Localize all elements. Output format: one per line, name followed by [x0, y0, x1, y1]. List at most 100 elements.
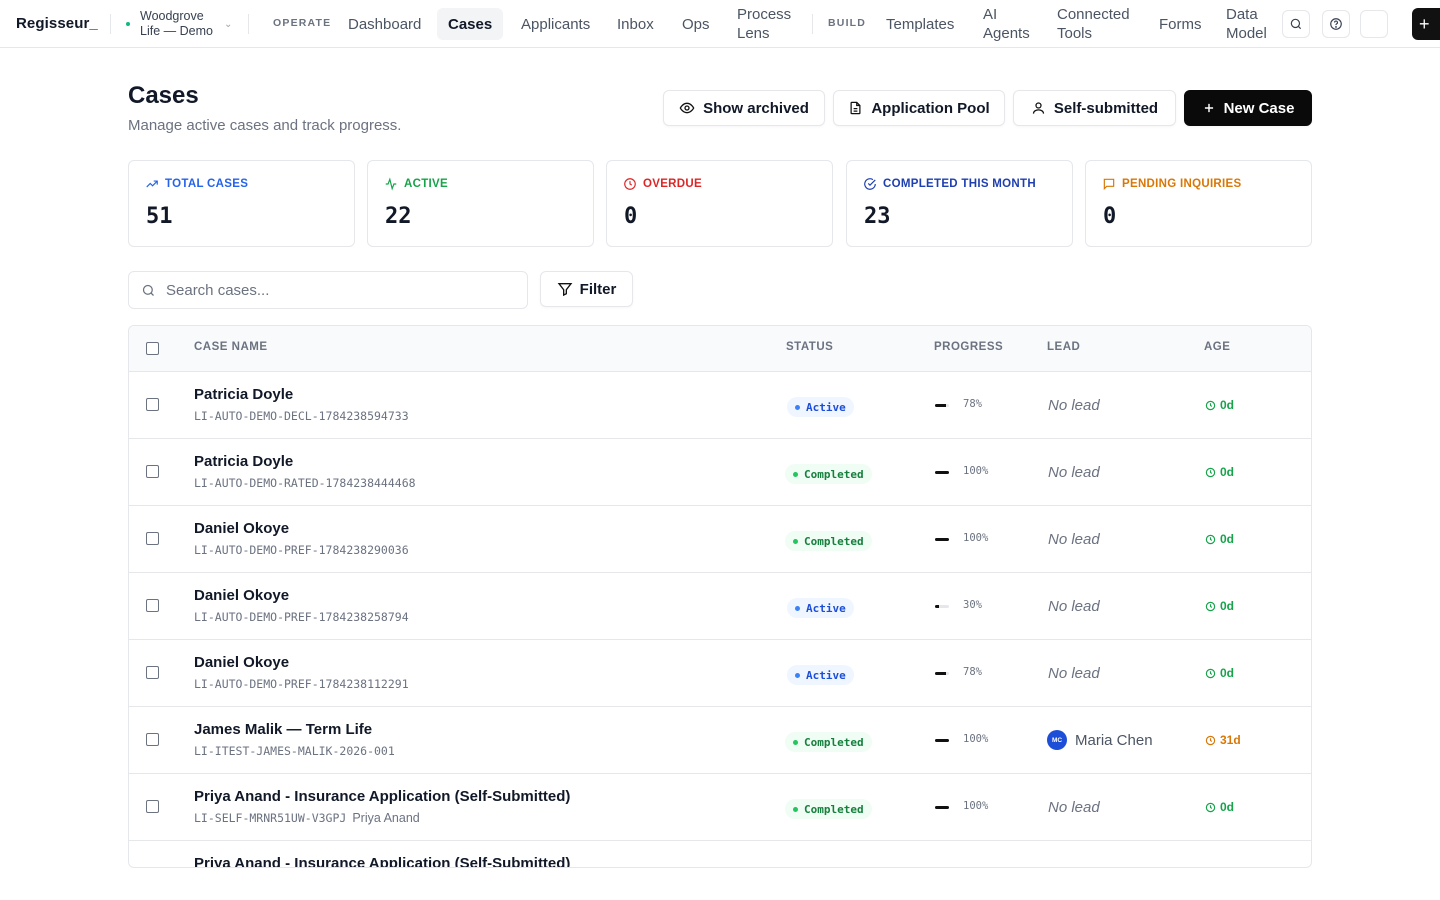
- nav-ops[interactable]: Ops: [671, 8, 721, 40]
- nav-applicants[interactable]: Applicants: [510, 8, 601, 40]
- stat-value: 0: [1103, 204, 1117, 229]
- help-button[interactable]: [1322, 10, 1350, 38]
- case-name[interactable]: Daniel Okoye: [194, 654, 289, 671]
- help-icon: [1330, 18, 1342, 30]
- column-header-case-name[interactable]: CASE NAME: [194, 341, 268, 353]
- age-indicator: 31d: [1205, 733, 1241, 747]
- case-name[interactable]: Priya Anand - Insurance Application (Sel…: [194, 855, 570, 867]
- row-checkbox[interactable]: [146, 398, 159, 411]
- table-row[interactable]: James Malik — Term Life LI-ITEST-JAMES-M…: [129, 707, 1311, 774]
- column-header-progress[interactable]: PROGRESS: [934, 341, 1003, 353]
- stat-value: 51: [146, 204, 173, 229]
- clock-icon: [1205, 534, 1216, 544]
- nav-connected-tools[interactable]: Connected Tools: [1046, 5, 1146, 43]
- age-indicator: 0d: [1205, 800, 1234, 814]
- row-checkbox[interactable]: [146, 465, 159, 478]
- stat-total-cases: TOTAL CASES 51: [128, 160, 355, 247]
- application-pool-button[interactable]: Application Pool: [833, 90, 1005, 126]
- stat-pending-header: PENDING INQUIRIES: [1102, 177, 1241, 191]
- case-name[interactable]: Daniel Okoye: [194, 587, 289, 604]
- stat-value: 22: [385, 204, 412, 229]
- case-name[interactable]: James Malik — Term Life: [194, 721, 372, 738]
- lead-assignee[interactable]: MC Maria Chen: [1047, 730, 1153, 750]
- row-checkbox[interactable]: [146, 800, 159, 813]
- nav-cases[interactable]: Cases: [437, 8, 504, 40]
- case-id: LI-AUTO-DEMO-PREF-1784238290036: [194, 543, 409, 557]
- search-input[interactable]: [166, 281, 506, 299]
- nav-divider: [248, 14, 249, 34]
- plus-icon: +: [1419, 13, 1430, 34]
- search-icon: [142, 284, 154, 296]
- filter-button[interactable]: Filter: [540, 271, 633, 307]
- nav-ai-agents[interactable]: AI Agents: [972, 5, 1044, 43]
- nav-inbox[interactable]: Inbox: [606, 8, 665, 40]
- nav-group-build: BUILD: [828, 17, 867, 29]
- case-name[interactable]: Patricia Doyle: [194, 386, 293, 403]
- show-archived-button[interactable]: Show archived: [663, 90, 825, 126]
- column-header-status[interactable]: STATUS: [786, 341, 833, 353]
- stat-total-cases-header: TOTAL CASES: [145, 177, 248, 191]
- workspace-status-dot: [126, 22, 130, 26]
- case-name[interactable]: Priya Anand - Insurance Application (Sel…: [194, 788, 570, 805]
- progress-bar: [935, 404, 949, 407]
- self-submitted-button[interactable]: Self-submitted: [1013, 90, 1176, 126]
- row-checkbox[interactable]: [146, 532, 159, 545]
- age-indicator: 0d: [1205, 532, 1234, 546]
- nav-process-lens[interactable]: Process Lens: [726, 5, 806, 43]
- user-menu-button[interactable]: [1360, 10, 1388, 38]
- case-name[interactable]: Patricia Doyle: [194, 453, 293, 470]
- table-row[interactable]: Priya Anand - Insurance Application (Sel…: [129, 774, 1311, 841]
- stat-label: TOTAL CASES: [165, 178, 249, 190]
- check-circle-icon: [864, 178, 876, 190]
- table-row[interactable]: Patricia Doyle LI-AUTO-DEMO-DECL-1784238…: [129, 372, 1311, 439]
- status-badge: Active: [787, 665, 854, 685]
- progress-percent: 78%: [963, 398, 982, 410]
- status-badge: Active: [787, 598, 854, 618]
- status-badge: Completed: [785, 464, 872, 484]
- quick-create-button[interactable]: +: [1412, 8, 1440, 40]
- stat-label: ACTIVE: [404, 178, 448, 190]
- row-checkbox[interactable]: [146, 599, 159, 612]
- case-id: LI-AUTO-DEMO-DECL-1784238594733: [194, 409, 409, 423]
- lead-name: Maria Chen: [1075, 731, 1153, 749]
- activity-icon: [385, 177, 397, 191]
- new-case-label: New Case: [1223, 99, 1295, 117]
- stat-completed-header: COMPLETED THIS MONTH: [863, 177, 1036, 191]
- progress-percent: 100%: [963, 532, 989, 544]
- table-row[interactable]: Daniel Okoye LI-AUTO-DEMO-PREF-178423825…: [129, 573, 1311, 640]
- brand-logo[interactable]: Regisseur_: [16, 15, 98, 32]
- table-row[interactable]: Patricia Doyle LI-AUTO-DEMO-RATED-178423…: [129, 439, 1311, 506]
- case-id-line: LI-SELF-MRNR51UW-V3GPJ Priya Anand: [194, 811, 420, 825]
- row-checkbox[interactable]: [146, 666, 159, 679]
- stat-value: 0: [624, 204, 638, 229]
- table-row[interactable]: Daniel Okoye LI-AUTO-DEMO-PREF-178423811…: [129, 640, 1311, 707]
- page-subtitle: Manage active cases and track progress.: [128, 117, 402, 134]
- nav-data-model[interactable]: Data Model: [1215, 5, 1281, 43]
- clock-icon: [1205, 735, 1216, 745]
- case-name[interactable]: Daniel Okoye: [194, 520, 289, 537]
- cases-table: CASE NAME STATUS PROGRESS LEAD AGE Patri…: [128, 325, 1312, 868]
- clock-icon: [1205, 601, 1216, 611]
- row-checkbox[interactable]: [146, 733, 159, 746]
- document-icon: [850, 101, 861, 115]
- workspace-switcher[interactable]: Woodgrove Life — Demo ⌄: [126, 7, 236, 41]
- row-checkbox[interactable]: [146, 867, 159, 868]
- progress-bar: [935, 471, 949, 474]
- status-badge: Completed: [785, 732, 872, 752]
- search-box: [128, 271, 528, 309]
- new-case-button[interactable]: New Case: [1184, 90, 1312, 126]
- lead-empty: No lead: [1048, 598, 1100, 615]
- progress-percent: 100%: [963, 800, 989, 812]
- table-row[interactable]: Priya Anand - Insurance Application (Sel…: [129, 841, 1311, 868]
- chevron-down-icon: ⌄: [224, 18, 233, 30]
- nav-dashboard[interactable]: Dashboard: [337, 8, 432, 40]
- nav-forms[interactable]: Forms: [1148, 8, 1213, 40]
- search-button[interactable]: [1282, 10, 1310, 38]
- select-all-checkbox[interactable]: [146, 342, 159, 355]
- column-header-age[interactable]: AGE: [1204, 341, 1230, 353]
- age-indicator: 0d: [1205, 599, 1234, 613]
- lead-empty: No lead: [1048, 464, 1100, 481]
- column-header-lead[interactable]: LEAD: [1047, 341, 1080, 353]
- table-row[interactable]: Daniel Okoye LI-AUTO-DEMO-PREF-178423829…: [129, 506, 1311, 573]
- nav-templates[interactable]: Templates: [875, 8, 965, 40]
